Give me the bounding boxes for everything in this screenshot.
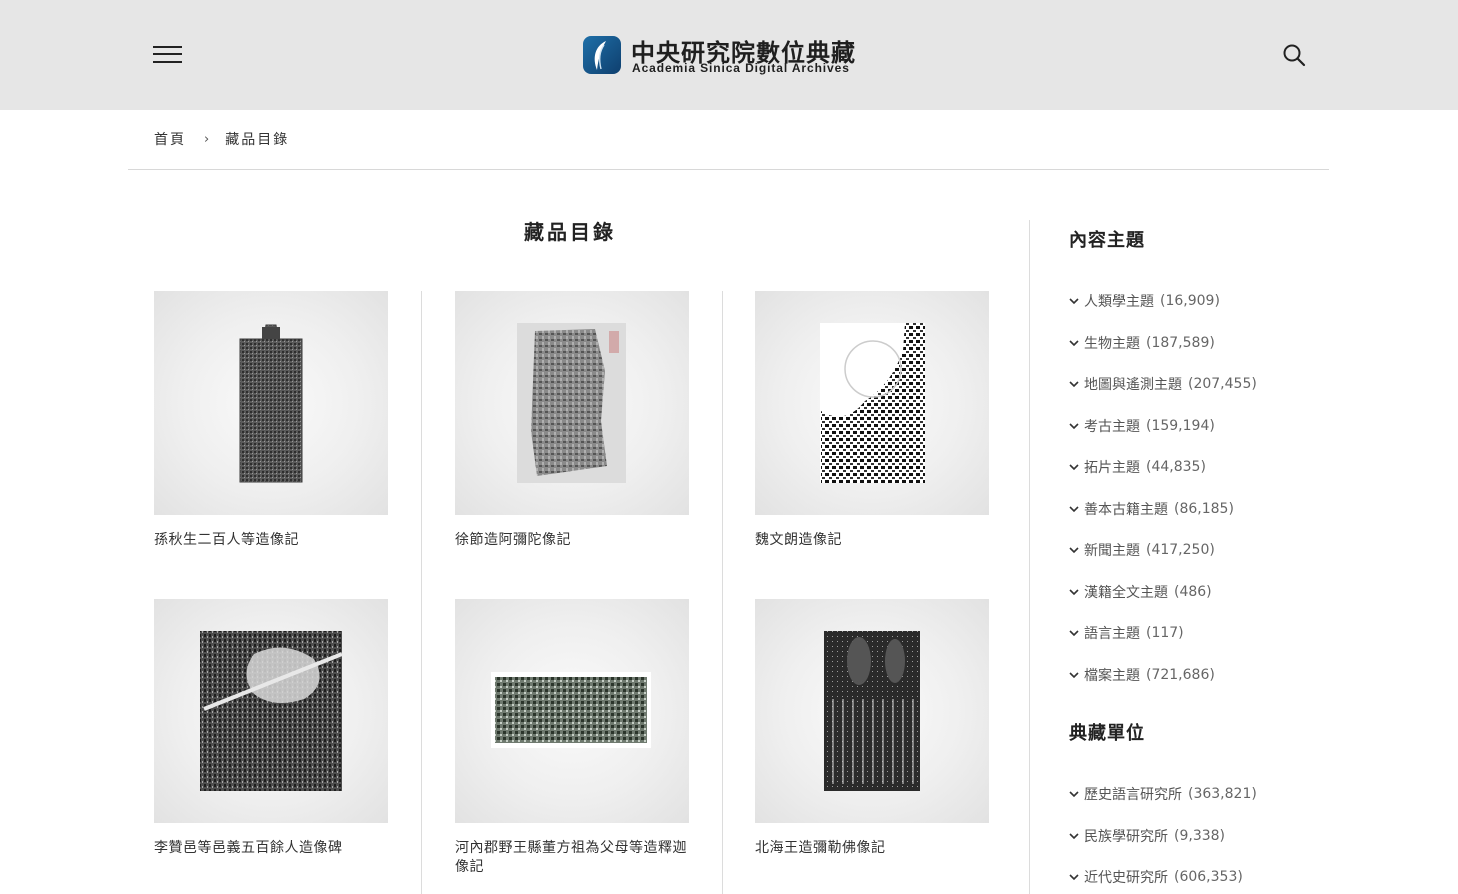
collection-item-card[interactable]: 北海王造彌勒佛像記 [755,599,989,858]
breadcrumb-divider [128,169,1329,170]
logo-title-en: Academia Sinica Digital Archives [632,61,850,75]
facet-count: (417,250) [1146,542,1215,558]
chevron-down-icon [1069,340,1079,347]
chevron-down-icon [1069,630,1079,637]
facet-label: 漢籍全文主題 [1084,585,1168,601]
facet-label: 近代史研究所 [1084,870,1168,886]
facet-topic-biology[interactable]: 生物主題 (187,589) [1068,333,1215,353]
collection-item-card[interactable]: 河內郡野王縣董方祖為父母等造釋迦像記 [455,599,689,877]
collection-item-card[interactable]: 李贊邑等邑義五百餘人造像碑 [154,599,388,858]
collection-item-title[interactable]: 李贊邑等邑義五百餘人造像碑 [154,839,388,858]
breadcrumb-separator: › [204,131,212,147]
chevron-down-icon [1069,506,1079,513]
facet-count: (44,835) [1146,459,1206,475]
facet-label: 檔案主題 [1084,668,1140,684]
facet-topic-language[interactable]: 語言主題 (117) [1068,623,1184,643]
column-divider [722,291,723,894]
facet-topic-archaeology[interactable]: 考古主題 (159,194) [1068,416,1215,436]
facet-count: (606,353) [1174,869,1243,885]
page-title: 藏品目錄 [524,220,616,244]
facet-topic-rubbings[interactable]: 拓片主題 (44,835) [1068,457,1206,477]
facet-unit-modern-history[interactable]: 近代史研究所 (606,353) [1068,867,1243,887]
facet-label: 語言主題 [1084,626,1140,642]
facet-label: 生物主題 [1084,336,1140,352]
facet-count: (9,338) [1174,828,1226,844]
facet-count: (187,589) [1146,335,1215,351]
search-icon[interactable] [1282,43,1306,67]
rubbing-thumbnail [755,291,989,515]
facet-topic-anthropology[interactable]: 人類學主題 (16,909) [1068,291,1220,311]
rubbing-thumbnail [154,291,388,515]
rubbing-thumbnail [455,599,689,823]
sidebar-units-heading: 典藏單位 [1069,723,1145,744]
facet-count: (16,909) [1160,293,1220,309]
chevron-down-icon [1069,874,1079,881]
facet-count: (159,194) [1146,418,1215,434]
site-header: 中央研究院數位典藏 Academia Sinica Digital Archiv… [0,0,1458,110]
collection-item-title[interactable]: 徐節造阿彌陀像記 [455,531,689,550]
logo-emblem-icon [583,36,621,74]
facet-label: 善本古籍主題 [1084,502,1168,518]
facet-label: 地圖與遙測主題 [1084,377,1182,393]
facet-count: (721,686) [1146,667,1215,683]
facet-label: 新聞主題 [1084,543,1140,559]
collection-item-title[interactable]: 魏文朗造像記 [755,531,989,550]
sidebar-divider [1029,220,1030,894]
sidebar-topics-heading: 內容主題 [1069,230,1145,251]
facet-label: 拓片主題 [1084,460,1140,476]
facet-count: (86,185) [1174,501,1234,517]
chevron-down-icon [1069,672,1079,679]
facet-label: 歷史語言研究所 [1084,787,1182,803]
facet-topic-chinese-texts[interactable]: 漢籍全文主題 (486) [1068,582,1212,602]
facet-topic-news[interactable]: 新聞主題 (417,250) [1068,540,1215,560]
chevron-down-icon [1069,298,1079,305]
collection-item-title[interactable]: 孫秋生二百人等造像記 [154,531,388,550]
facet-count: (207,455) [1188,376,1257,392]
facet-unit-ethnology[interactable]: 民族學研究所 (9,338) [1068,826,1225,846]
hamburger-menu-icon[interactable] [153,44,183,66]
chevron-down-icon [1069,589,1079,596]
column-divider [421,291,422,894]
facet-label: 人類學主題 [1084,294,1154,310]
collection-item-card[interactable]: 孫秋生二百人等造像記 [154,291,388,550]
facet-topic-archives[interactable]: 檔案主題 (721,686) [1068,665,1215,685]
rubbing-thumbnail [455,291,689,515]
rubbing-thumbnail [154,599,388,823]
breadcrumb-current: 藏品目錄 [225,132,290,148]
chevron-down-icon [1069,547,1079,554]
chevron-down-icon [1069,833,1079,840]
site-logo[interactable]: 中央研究院數位典藏 Academia Sinica Digital Archiv… [583,35,883,77]
collection-item-card[interactable]: 魏文朗造像記 [755,291,989,550]
facet-unit-history-philology[interactable]: 歷史語言研究所 (363,821) [1068,784,1257,804]
breadcrumb: 首頁 › 藏品目錄 [154,129,289,149]
facet-label: 民族學研究所 [1084,829,1168,845]
facet-count: (363,821) [1188,786,1257,802]
rubbing-thumbnail [755,599,989,823]
facet-topic-rare-books[interactable]: 善本古籍主題 (86,185) [1068,499,1234,519]
collection-item-card[interactable]: 徐節造阿彌陀像記 [455,291,689,550]
collection-item-title[interactable]: 北海王造彌勒佛像記 [755,839,989,858]
chevron-down-icon [1069,791,1079,798]
chevron-down-icon [1069,381,1079,388]
breadcrumb-home-link[interactable]: 首頁 [154,129,186,149]
facet-label: 考古主題 [1084,419,1140,435]
chevron-down-icon [1069,423,1079,430]
collection-item-title[interactable]: 河內郡野王縣董方祖為父母等造釋迦像記 [455,839,689,877]
facet-count: (486) [1174,584,1212,600]
facet-topic-maps[interactable]: 地圖與遙測主題 (207,455) [1068,374,1257,394]
chevron-down-icon [1069,464,1079,471]
facet-count: (117) [1146,625,1184,641]
